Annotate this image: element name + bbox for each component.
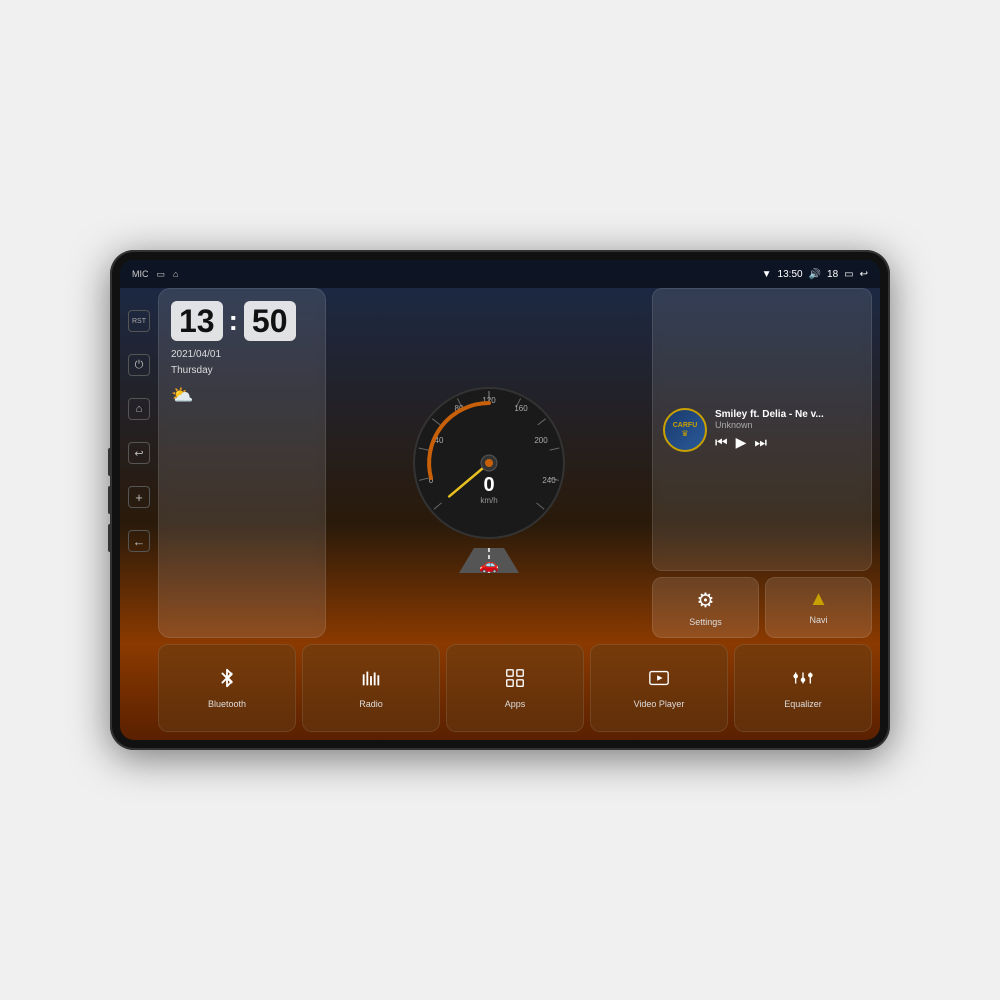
settings-label: Settings xyxy=(689,617,722,627)
apps-button[interactable]: Apps xyxy=(446,644,584,732)
road-svg: 🚗 xyxy=(439,533,539,573)
radio-icon xyxy=(360,667,382,695)
side-buttons xyxy=(108,448,112,552)
svg-text:200: 200 xyxy=(534,436,548,445)
side-btn-2[interactable] xyxy=(108,486,112,514)
clock-time-block: 13 : 50 xyxy=(171,301,296,341)
svg-text:🚗: 🚗 xyxy=(479,557,499,573)
settings-icon: ⚙ xyxy=(697,588,715,613)
speedometer-widget: 0 40 80 120 160 200 240 xyxy=(332,288,646,638)
right-col: CARFU ♛ Smiley ft. Delia - Ne v... Unkno… xyxy=(652,288,872,638)
status-bar: MIC ▭ ⌂ ▼ 13:50 🔊 18 ▭ ↩ xyxy=(120,260,880,288)
svg-text:km/h: km/h xyxy=(480,496,497,505)
video-player-button[interactable]: Video Player xyxy=(590,644,728,732)
navi-button[interactable]: ▲ Navi xyxy=(765,577,872,638)
side-btn-1[interactable] xyxy=(108,448,112,476)
svg-text:160: 160 xyxy=(514,404,528,413)
prev-button[interactable]: ⏮ xyxy=(715,434,728,451)
apps-icon xyxy=(504,667,526,695)
screen-icon: ▭ xyxy=(157,269,166,280)
crown-icon: ♛ xyxy=(673,429,698,438)
apps-label: Apps xyxy=(505,699,526,709)
car-radio-device: MIC ▭ ⌂ ▼ 13:50 🔊 18 ▭ ↩ RST ⏻ ⌂ ↩ + ← xyxy=(110,250,890,750)
weather-icon: ⛅ xyxy=(171,385,193,406)
equalizer-icon xyxy=(792,667,814,695)
main-content: 13 : 50 2021/04/01 Thursday ⛅ xyxy=(158,288,872,732)
play-button[interactable]: ▶ xyxy=(736,434,747,451)
status-time: 13:50 xyxy=(778,269,803,280)
volume-icon: 🔊 xyxy=(809,269,821,280)
vol-up-side-button[interactable]: + xyxy=(128,486,150,508)
screen: MIC ▭ ⌂ ▼ 13:50 🔊 18 ▭ ↩ RST ⏻ ⌂ ↩ + ← xyxy=(120,260,880,740)
vol-down-side-button[interactable]: ← xyxy=(128,530,150,552)
clock-colon: : xyxy=(229,305,238,337)
side-btn-3[interactable] xyxy=(108,524,112,552)
clock-widget: 13 : 50 2021/04/01 Thursday ⛅ xyxy=(158,288,326,638)
video-player-label: Video Player xyxy=(634,699,685,709)
clock-minutes: 50 xyxy=(244,301,296,341)
music-logo: CARFU ♛ xyxy=(663,408,707,452)
svg-text:240: 240 xyxy=(542,476,556,485)
navi-label: Navi xyxy=(809,615,827,625)
music-title: Smiley ft. Delia - Ne v... xyxy=(715,409,861,420)
power-side-button[interactable]: ⏻ xyxy=(128,354,150,376)
home-side-button[interactable]: ⌂ xyxy=(128,398,150,420)
wifi-icon: ▼ xyxy=(762,269,772,280)
clock-hours: 13 xyxy=(171,301,223,341)
side-icons-panel: RST ⏻ ⌂ ↩ + ← xyxy=(128,300,150,730)
back-side-button[interactable]: ↩ xyxy=(128,442,150,464)
svg-text:0: 0 xyxy=(483,474,494,496)
status-left: MIC ▭ ⌂ xyxy=(132,269,178,280)
bluetooth-button[interactable]: Bluetooth xyxy=(158,644,296,732)
settings-button[interactable]: ⚙ Settings xyxy=(652,577,759,638)
status-right: ▼ 13:50 🔊 18 ▭ ↩ xyxy=(762,269,868,280)
bluetooth-icon xyxy=(216,667,238,695)
music-controls: ⏮ ▶ ⏭ xyxy=(715,434,861,451)
music-widget[interactable]: CARFU ♛ Smiley ft. Delia - Ne v... Unkno… xyxy=(652,288,872,571)
clock-date: 2021/04/01 Thursday xyxy=(171,347,221,379)
music-artist: Unknown xyxy=(715,420,861,430)
bottom-row: Bluetooth Radio xyxy=(158,644,872,732)
top-row: 13 : 50 2021/04/01 Thursday ⛅ xyxy=(158,288,872,638)
mic-label: MIC xyxy=(132,269,149,279)
speedometer-svg: 0 40 80 120 160 200 240 xyxy=(409,383,569,543)
bottom-right-buttons: ⚙ Settings ▲ Navi xyxy=(652,577,872,638)
music-info: Smiley ft. Delia - Ne v... Unknown ⏮ ▶ ⏭ xyxy=(715,409,861,451)
radio-label: Radio xyxy=(359,699,383,709)
equalizer-label: Equalizer xyxy=(784,699,822,709)
back-status-icon: ↩ xyxy=(860,269,868,280)
rst-button[interactable]: RST xyxy=(128,310,150,332)
volume-level: 18 xyxy=(827,269,838,280)
battery-icon: ▭ xyxy=(844,269,853,280)
equalizer-button[interactable]: Equalizer xyxy=(734,644,872,732)
logo-text: CARFU xyxy=(673,422,698,429)
radio-button[interactable]: Radio xyxy=(302,644,440,732)
next-button[interactable]: ⏭ xyxy=(754,434,767,451)
video-icon xyxy=(648,667,670,695)
navi-icon: ▲ xyxy=(809,588,829,611)
clock-weather: ⛅ xyxy=(171,385,193,406)
road-scene: 🚗 xyxy=(439,533,539,578)
home-status-icon: ⌂ xyxy=(173,269,178,279)
bluetooth-label: Bluetooth xyxy=(208,699,246,709)
